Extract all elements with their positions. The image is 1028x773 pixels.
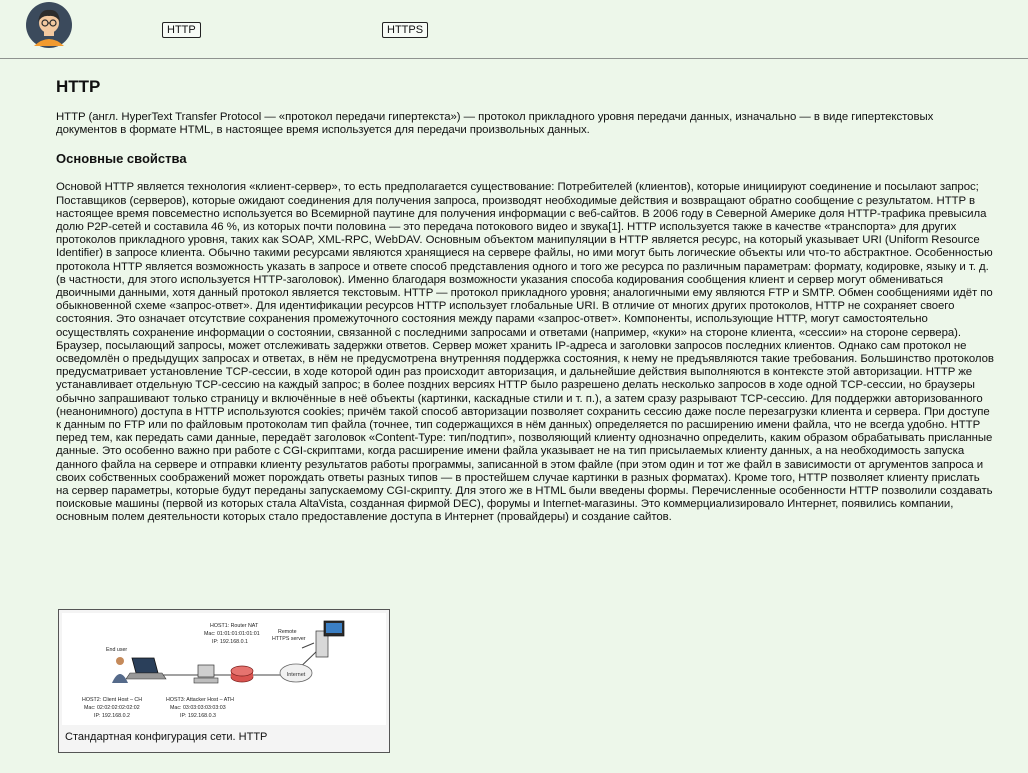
internet-label: Internet xyxy=(287,672,306,678)
remote-server-label: HTTPS server xyxy=(272,636,306,642)
network-figure: Internet End user HOST1: Router NAT Mac:… xyxy=(58,609,390,753)
network-diagram: Internet End user HOST1: Router NAT Mac:… xyxy=(62,613,386,725)
remote-label: Remote xyxy=(278,629,297,635)
host3-ip: IP: 192.168.0.3 xyxy=(180,713,216,719)
lead-paragraph: HTTP (англ. HyperText Transfer Protocol … xyxy=(56,111,934,137)
host2-title: HOST2: Client Host – CH xyxy=(82,697,142,703)
body-paragraph: Основой HTTP является технология «клиент… xyxy=(56,181,994,524)
end-user-label: End user xyxy=(106,647,127,653)
host2-ip: IP: 192.168.0.2 xyxy=(94,713,130,719)
user-avatar-icon[interactable] xyxy=(26,2,72,48)
article: HTTP HTTP (англ. HyperText Transfer Prot… xyxy=(56,60,994,545)
internet-cloud-icon: Internet xyxy=(279,663,313,683)
page-title: HTTP xyxy=(56,77,101,96)
host1-title: HOST1: Router NAT xyxy=(210,623,259,629)
nav-http-button[interactable]: HTTP xyxy=(162,22,201,38)
host3-title: HOST3: Attacker Host – ATH xyxy=(166,697,234,703)
router-icon xyxy=(230,665,254,683)
nav-https-button[interactable]: HTTPS xyxy=(382,22,429,38)
top-bar: HTTP HTTPS xyxy=(0,0,1028,59)
section-title: Основные свойства xyxy=(56,151,187,167)
host1-mac: Mac: 01:01:01:01:01:01 xyxy=(204,631,260,637)
figure-caption: Стандартная конфигурация сети. HTTP xyxy=(65,731,268,743)
host1-ip: IP: 192.168.0.1 xyxy=(212,639,248,645)
host2-mac: Mac: 02:02:02:02:02:02 xyxy=(84,705,140,711)
host3-mac: Mac: 03:03:03:03:03:03 xyxy=(170,705,226,711)
